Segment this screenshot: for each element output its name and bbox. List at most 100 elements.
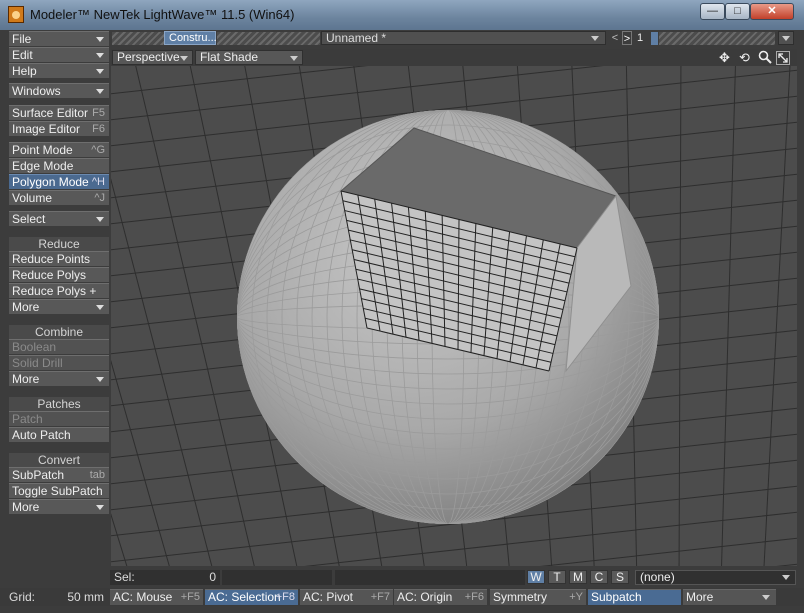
bottom-more-menu[interactable]: More: [683, 589, 776, 605]
ac-selection-button[interactable]: AC: Selection +F8: [205, 589, 298, 605]
ac-pivot-label: AC: Pivot: [303, 590, 354, 604]
status-field-3: [335, 570, 525, 585]
view-mode-dropdown[interactable]: Perspective: [112, 50, 193, 65]
edit-menu[interactable]: Edit: [9, 47, 109, 62]
active-layer-slot[interactable]: [651, 32, 658, 45]
polygon-mode-shortcut: ^H: [91, 176, 105, 188]
rotate-view-icon[interactable]: ⟲: [737, 50, 752, 65]
mode-c-button[interactable]: C: [590, 570, 608, 584]
windows-menu-label: Windows: [12, 84, 61, 98]
ac-mouse-label: AC: Mouse: [113, 590, 173, 604]
boolean-button[interactable]: Boolean: [9, 339, 109, 354]
symmetry-key: +Y: [569, 591, 583, 603]
chevron-down-icon: [762, 595, 770, 600]
reduce-polys-plus-button[interactable]: Reduce Polys +: [9, 283, 109, 298]
prev-layer-button[interactable]: <: [610, 31, 620, 45]
reduce-more-menu[interactable]: More: [9, 299, 109, 314]
lightwave-app-icon[interactable]: [8, 6, 24, 23]
select-menu[interactable]: Select: [9, 211, 109, 226]
solid-drill-button[interactable]: Solid Drill: [9, 355, 109, 370]
zoom-view-icon[interactable]: [757, 50, 772, 65]
volume-shortcut: ^J: [94, 192, 105, 204]
maximize-viewport-icon[interactable]: [776, 51, 790, 65]
layer-slots-right[interactable]: [659, 32, 775, 45]
patches-header: Patches: [9, 397, 109, 411]
view-mode-label: Perspective: [117, 50, 180, 64]
chevron-down-icon: [96, 69, 104, 74]
mode-t-button[interactable]: T: [548, 570, 566, 584]
chevron-down-icon: [96, 217, 104, 222]
reduce-polys-button[interactable]: Reduce Polys: [9, 267, 109, 282]
layer-tab-constru[interactable]: Constru...: [164, 31, 217, 45]
auto-patch-button[interactable]: Auto Patch: [9, 427, 109, 442]
close-button[interactable]: ✕: [750, 3, 794, 20]
surface-editor-button[interactable]: Surface Editor F5: [9, 105, 109, 120]
chevron-down-icon: [96, 53, 104, 58]
point-mode-button[interactable]: Point Mode ^G: [9, 142, 109, 157]
ac-pivot-key: +F7: [370, 591, 390, 603]
edit-menu-label: Edit: [12, 48, 33, 62]
combine-header: Combine: [9, 325, 109, 339]
sel-count: 0: [209, 570, 216, 584]
chevron-down-icon: [290, 56, 298, 61]
mode-m-button[interactable]: M: [569, 570, 587, 584]
symmetry-button[interactable]: Symmetry +Y: [490, 589, 586, 605]
file-menu[interactable]: File: [9, 31, 109, 46]
convert-more-label: More: [12, 500, 40, 514]
edge-mode-button[interactable]: Edge Mode: [9, 158, 109, 173]
shading-dropdown[interactable]: Flat Shade: [195, 50, 303, 65]
help-menu[interactable]: Help: [9, 63, 109, 78]
title-bar[interactable]: Modeler™ NewTek LightWave™ 11.5 (Win64) …: [0, 0, 804, 30]
mode-w-button[interactable]: W: [527, 570, 545, 584]
chevron-down-icon: [96, 89, 104, 94]
chevron-down-icon: [96, 377, 104, 382]
selection-set-label: (none): [640, 570, 675, 584]
polygon-mode-button[interactable]: Polygon Mode ^H: [9, 174, 109, 189]
ac-selection-key: +F8: [275, 591, 295, 603]
perspective-viewport[interactable]: [111, 66, 797, 566]
move-view-icon[interactable]: ✥: [717, 50, 732, 65]
ac-selection-label: AC: Selection: [208, 590, 281, 604]
ac-origin-key: +F6: [464, 591, 484, 603]
chevron-down-icon: [96, 305, 104, 310]
minimize-button[interactable]: —: [700, 3, 725, 20]
layer-slots-middle[interactable]: [217, 32, 320, 45]
chevron-down-icon: [96, 37, 104, 42]
bottom-bar: Grid: 50 mm AC: Mouse +F5 AC: Selection +F…: [0, 588, 804, 606]
point-mode-shortcut: ^G: [91, 144, 105, 156]
shading-label: Flat Shade: [200, 50, 259, 64]
convert-more-menu[interactable]: More: [9, 499, 109, 514]
mode-s-button[interactable]: S: [611, 570, 629, 584]
ac-origin-label: AC: Origin: [397, 590, 453, 604]
window-title: Modeler™ NewTek LightWave™ 11.5 (Win64): [30, 7, 295, 22]
symmetry-label: Symmetry: [493, 590, 547, 604]
combine-more-label: More: [12, 372, 40, 386]
ac-pivot-button[interactable]: AC: Pivot +F7: [300, 589, 393, 605]
object-name-dropdown[interactable]: Unnamed *: [321, 31, 606, 45]
image-editor-button[interactable]: Image Editor F6: [9, 121, 109, 136]
combine-more-menu[interactable]: More: [9, 371, 109, 386]
ac-origin-button[interactable]: AC: Origin +F6: [394, 589, 487, 605]
layer-slots-left[interactable]: [112, 32, 164, 45]
maximize-button[interactable]: □: [725, 3, 750, 20]
subpatch-toggle-button[interactable]: Subpatch: [588, 589, 681, 605]
ac-mouse-button[interactable]: AC: Mouse +F5: [110, 589, 203, 605]
subpatch-shortcut: tab: [89, 469, 105, 481]
image-editor-label: Image Editor: [12, 122, 81, 136]
next-layer-button[interactable]: >: [622, 31, 632, 45]
reduce-points-button[interactable]: Reduce Points: [9, 251, 109, 266]
layer-menu-button[interactable]: [778, 31, 794, 45]
toggle-subpatch-button[interactable]: Toggle SubPatch: [9, 483, 109, 498]
polygon-mode-label: Polygon Mode: [12, 175, 89, 189]
status-bar: Sel: 0 W T M C S (none): [110, 569, 797, 585]
volume-button[interactable]: Volume ^J: [9, 190, 109, 205]
subpatch-label: SubPatch: [12, 468, 65, 482]
subpatch-button[interactable]: SubPatch tab: [9, 467, 109, 482]
viewport-canvas[interactable]: [111, 66, 797, 566]
chevron-down-icon: [591, 36, 599, 41]
patch-button[interactable]: Patch: [9, 411, 109, 426]
windows-menu[interactable]: Windows: [9, 83, 109, 98]
selection-set-dropdown[interactable]: (none): [635, 570, 796, 585]
chevron-down-icon: [782, 36, 790, 41]
selection-count-field: Sel: 0: [110, 570, 220, 585]
